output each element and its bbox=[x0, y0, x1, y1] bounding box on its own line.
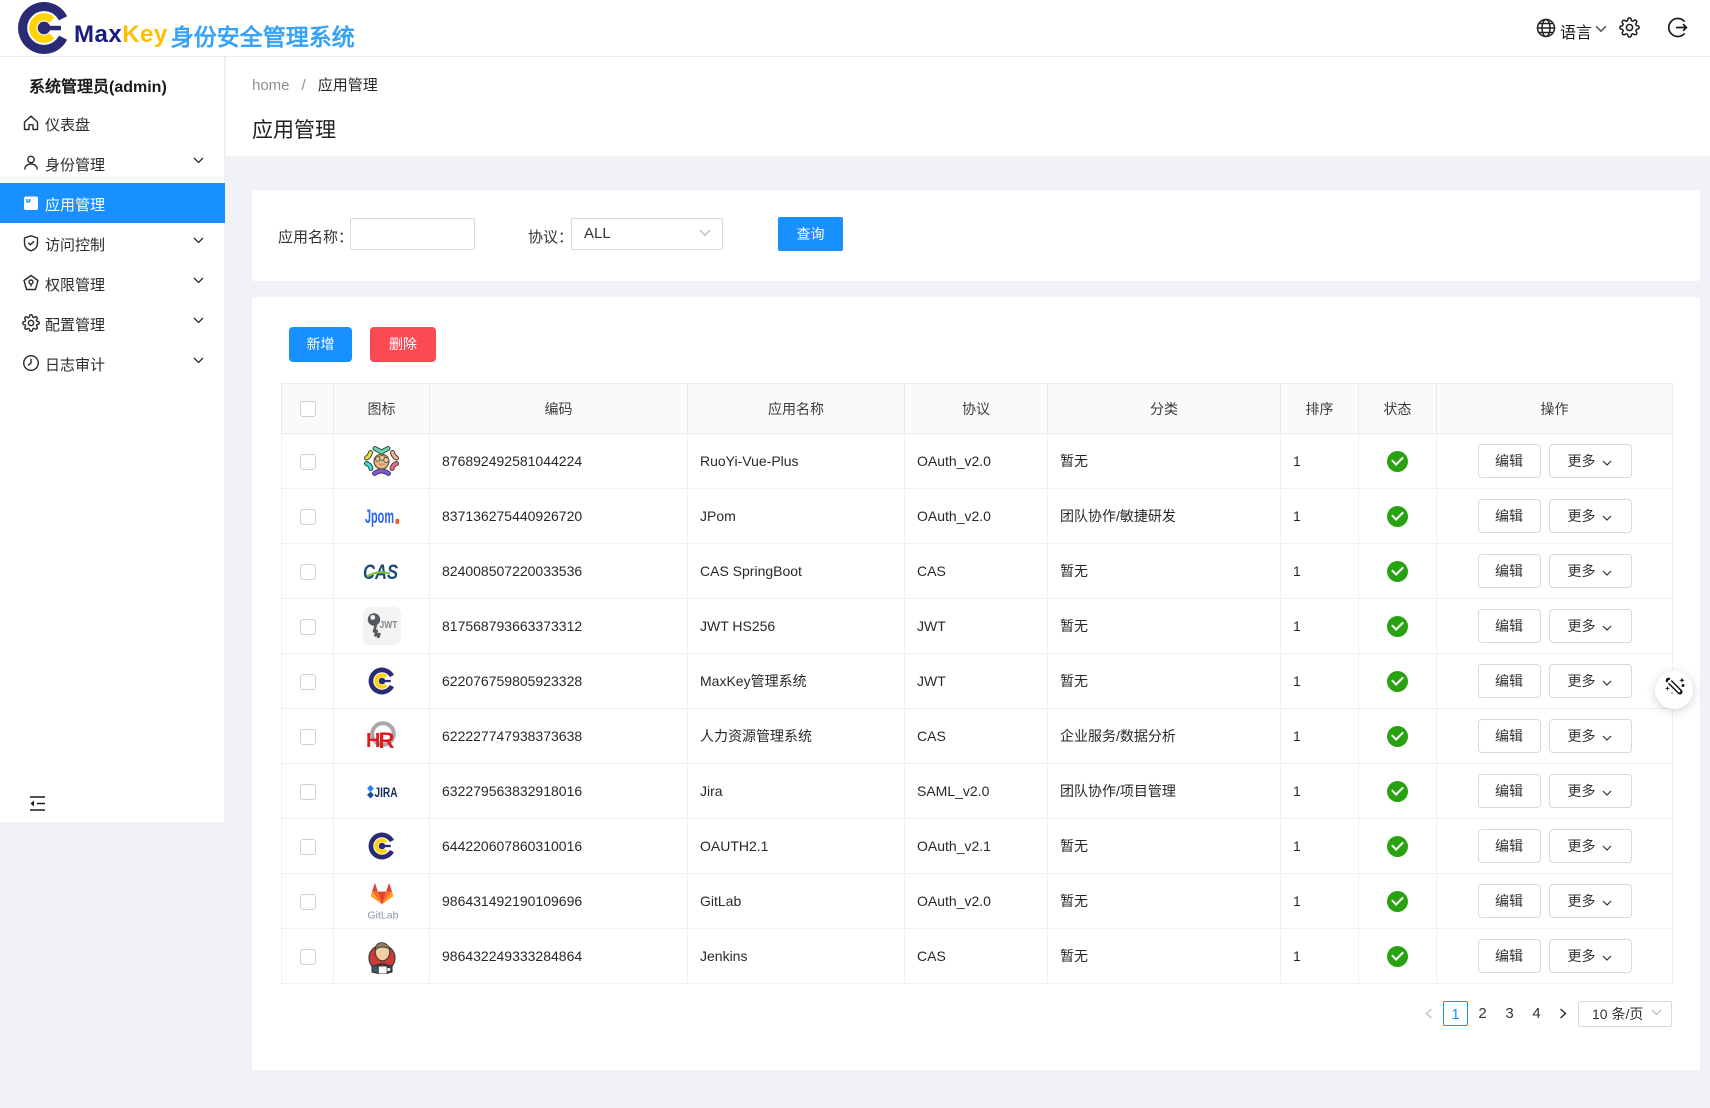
svg-text:Jpom: Jpom bbox=[365, 507, 394, 528]
svg-text:JIRA: JIRA bbox=[374, 785, 397, 800]
svg-text:GitLab: GitLab bbox=[367, 910, 398, 922]
svg-text:JWT: JWT bbox=[379, 620, 397, 631]
svg-text:R: R bbox=[379, 728, 395, 751]
